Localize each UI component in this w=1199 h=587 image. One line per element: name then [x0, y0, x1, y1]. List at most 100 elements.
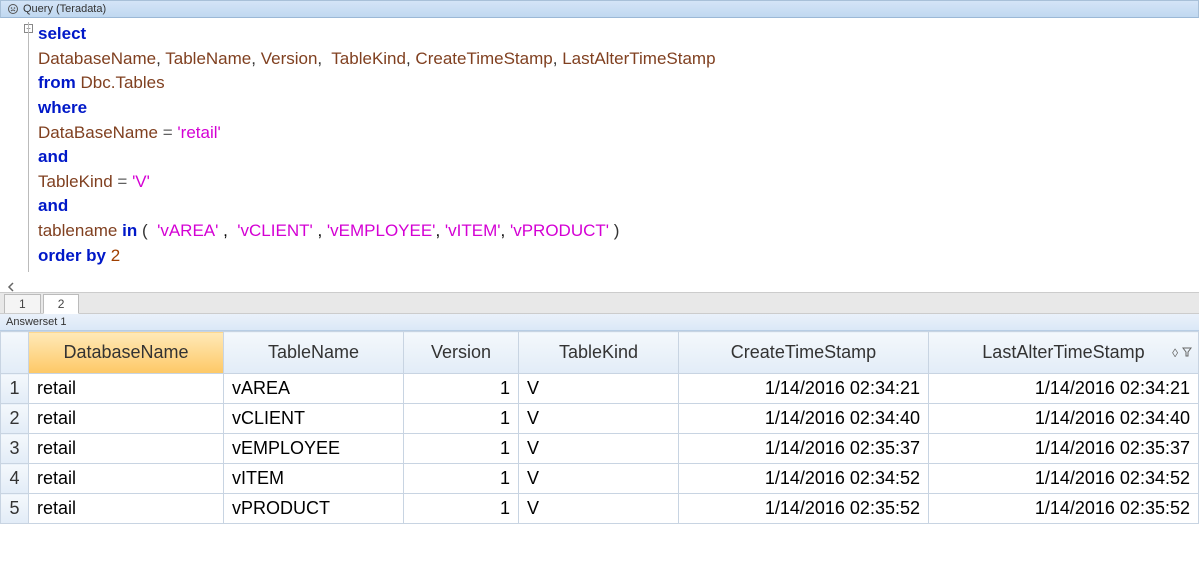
column-header-tablekind[interactable]: TableKind	[519, 332, 679, 374]
row-header[interactable]: 3	[1, 434, 29, 464]
cell[interactable]: vCLIENT	[224, 404, 404, 434]
token-kw: in	[122, 221, 137, 240]
diamond-icon[interactable]: ◊	[1172, 346, 1178, 360]
token-kw: order by	[38, 246, 106, 265]
cell[interactable]: vAREA	[224, 374, 404, 404]
token-punc: ,	[406, 49, 415, 68]
cell[interactable]: retail	[29, 494, 224, 524]
cell[interactable]: retail	[29, 434, 224, 464]
tab-2[interactable]: 2	[43, 294, 80, 314]
table-row[interactable]: 4retailvITEM1V1/14/2016 02:34:521/14/201…	[1, 464, 1199, 494]
token-kw: from	[38, 73, 76, 92]
cell[interactable]: 1/14/2016 02:34:21	[929, 374, 1199, 404]
token-kw: and	[38, 196, 68, 215]
tab-strip: 12	[0, 292, 1199, 314]
token-str: 'vPRODUCT'	[510, 221, 609, 240]
code-line[interactable]: and	[20, 145, 1189, 170]
token-ident: TableKind	[331, 49, 406, 68]
cell[interactable]: 1/14/2016 02:35:37	[929, 434, 1199, 464]
token-punc: ,	[317, 49, 331, 68]
cell[interactable]: 1/14/2016 02:35:52	[929, 494, 1199, 524]
cell[interactable]: vITEM	[224, 464, 404, 494]
token-ident: CreateTimeStamp	[415, 49, 552, 68]
code-line[interactable]: select	[20, 22, 1189, 47]
table-row[interactable]: 5retailvPRODUCT1V1/14/2016 02:35:521/14/…	[1, 494, 1199, 524]
token-blk: ,	[501, 221, 510, 240]
token-blk: ,	[218, 221, 237, 240]
cell[interactable]: 1/14/2016 02:34:21	[679, 374, 929, 404]
row-header[interactable]: 4	[1, 464, 29, 494]
tab-1[interactable]: 1	[4, 294, 41, 313]
code-line[interactable]: TableKind = 'V'	[20, 170, 1189, 195]
column-header-tools[interactable]: ◊	[1172, 346, 1192, 360]
row-header[interactable]: 5	[1, 494, 29, 524]
token-ident: LastAlterTimeStamp	[562, 49, 715, 68]
table-row[interactable]: 1retailvAREA1V1/14/2016 02:34:211/14/201…	[1, 374, 1199, 404]
token-punc: )	[614, 221, 620, 240]
cell[interactable]: 1/14/2016 02:34:52	[679, 464, 929, 494]
column-header-lastaltertimestamp[interactable]: LastAlterTimeStamp◊	[929, 332, 1199, 374]
query-panel-title: Query (Teradata)	[23, 3, 106, 15]
token-str: 'vEMPLOYEE'	[327, 221, 436, 240]
answerset-title: Answerset 1	[6, 316, 67, 328]
cell[interactable]: 1/14/2016 02:34:40	[929, 404, 1199, 434]
cell[interactable]: vEMPLOYEE	[224, 434, 404, 464]
cell[interactable]: 1	[404, 374, 519, 404]
cell[interactable]: retail	[29, 374, 224, 404]
token-blk: ,	[435, 221, 444, 240]
cell[interactable]: 1	[404, 404, 519, 434]
scroll-left-icon[interactable]	[6, 282, 1199, 292]
cell[interactable]: 1	[404, 494, 519, 524]
cell[interactable]: 1/14/2016 02:35:52	[679, 494, 929, 524]
query-panel-header: Query (Teradata)	[0, 0, 1199, 18]
cell[interactable]: V	[519, 434, 679, 464]
token-ident: DataBaseName	[38, 123, 163, 142]
cell[interactable]: 1/14/2016 02:35:37	[679, 434, 929, 464]
column-header-databasename[interactable]: DatabaseName	[29, 332, 224, 374]
row-header[interactable]: 2	[1, 404, 29, 434]
cell[interactable]: V	[519, 374, 679, 404]
cell[interactable]: 1	[404, 464, 519, 494]
sql-editor[interactable]: − selectDatabaseName, TableName, Version…	[0, 18, 1199, 278]
token-str: 'vAREA'	[157, 221, 218, 240]
token-kw: select	[38, 24, 86, 43]
token-punc: ,	[156, 49, 165, 68]
token-str: 'vCLIENT'	[237, 221, 312, 240]
code-line[interactable]: from Dbc.Tables	[20, 71, 1189, 96]
token-punc: (	[142, 221, 157, 240]
results-grid[interactable]: DatabaseNameTableNameVersionTableKindCre…	[0, 331, 1199, 524]
code-line[interactable]: tablename in ( 'vAREA' , 'vCLIENT' , 'vE…	[20, 219, 1189, 244]
filter-icon[interactable]	[1182, 346, 1192, 360]
token-ident: tablename	[38, 221, 122, 240]
token-ident: DatabaseName	[38, 49, 156, 68]
token-kw: where	[38, 98, 87, 117]
table-row[interactable]: 3retailvEMPLOYEE1V1/14/2016 02:35:371/14…	[1, 434, 1199, 464]
cell[interactable]: V	[519, 464, 679, 494]
table-row[interactable]: 2retailvCLIENT1V1/14/2016 02:34:401/14/2…	[1, 404, 1199, 434]
column-header-tablename[interactable]: TableName	[224, 332, 404, 374]
column-header-version[interactable]: Version	[404, 332, 519, 374]
cell[interactable]: V	[519, 494, 679, 524]
code-line[interactable]: order by 2	[20, 244, 1189, 269]
row-header[interactable]: 1	[1, 374, 29, 404]
answerset-header: Answerset 1	[0, 314, 1199, 331]
cell[interactable]: 1/14/2016 02:34:40	[679, 404, 929, 434]
cell[interactable]: retail	[29, 464, 224, 494]
cell[interactable]: 1/14/2016 02:34:52	[929, 464, 1199, 494]
cell[interactable]: vPRODUCT	[224, 494, 404, 524]
code-line[interactable]: DataBaseName = 'retail'	[20, 121, 1189, 146]
query-icon	[7, 3, 19, 15]
cell[interactable]: 1	[404, 434, 519, 464]
token-op: =	[117, 172, 127, 191]
grid-corner[interactable]	[1, 332, 29, 374]
cell[interactable]: V	[519, 404, 679, 434]
token-ident: Dbc.Tables	[81, 73, 165, 92]
code-line[interactable]: and	[20, 194, 1189, 219]
fold-gutter-line	[28, 22, 29, 272]
code-line[interactable]: where	[20, 96, 1189, 121]
cell[interactable]: retail	[29, 404, 224, 434]
code-line[interactable]: DatabaseName, TableName, Version, TableK…	[20, 47, 1189, 72]
column-header-createtimestamp[interactable]: CreateTimeStamp	[679, 332, 929, 374]
token-ident: TableName	[165, 49, 251, 68]
token-str: 'vITEM'	[445, 221, 501, 240]
